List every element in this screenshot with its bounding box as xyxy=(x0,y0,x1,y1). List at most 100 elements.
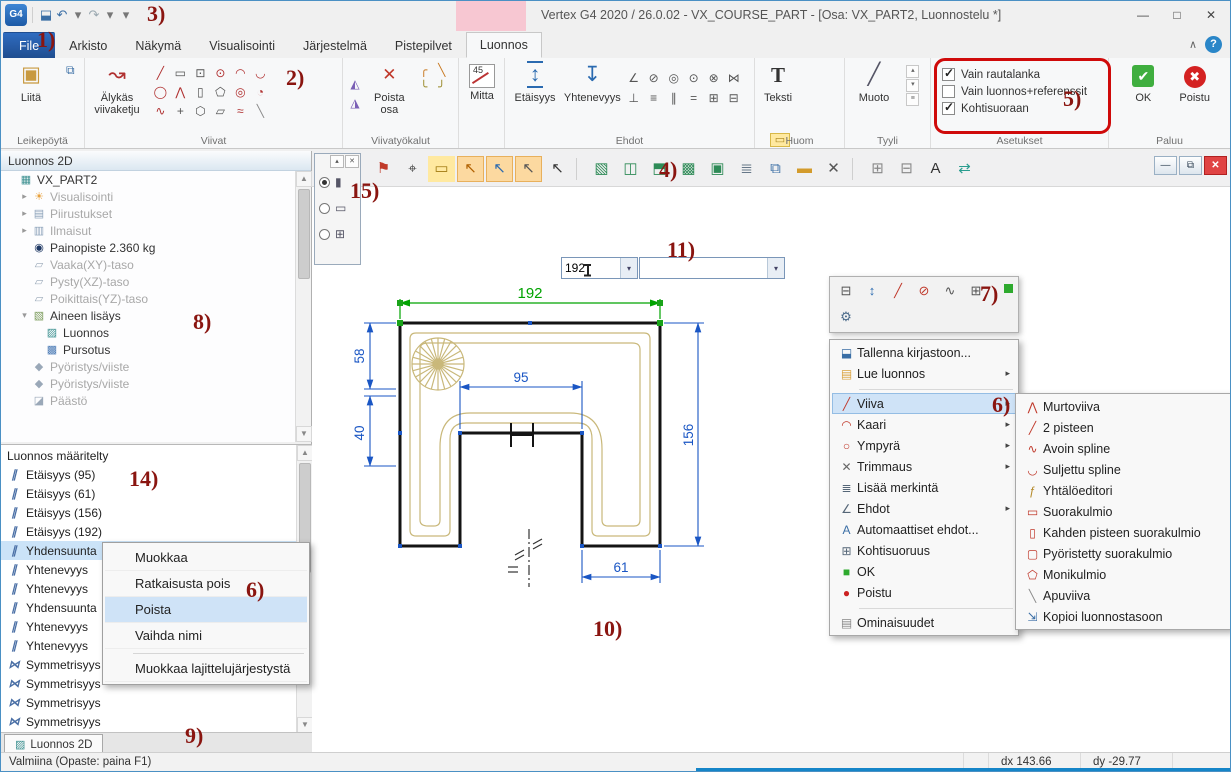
coincident-constraint-button[interactable]: ↧ Yhtenevyys xyxy=(565,61,619,123)
view-fit-icon[interactable]: ▣ xyxy=(704,156,731,182)
doc-restore-button[interactable]: ⧉ xyxy=(1179,156,1202,175)
dimension-input-combo[interactable]: ▾ xyxy=(561,257,638,279)
dimension-40-label[interactable]: 40 xyxy=(352,425,367,440)
gallery-down-icon[interactable]: ▾ xyxy=(906,79,919,92)
zoom-window-icon[interactable]: ⌖ xyxy=(399,156,426,182)
tree-item[interactable]: ▱ Poikittais(YZ)-taso xyxy=(1,290,296,307)
coincident-constraint-icon[interactable]: ⊙ xyxy=(685,69,703,86)
ellipse-icon[interactable]: ◯ xyxy=(151,83,169,100)
tab-luonnos-2d[interactable]: ▨ Luonnos 2D xyxy=(4,734,103,754)
spline-icon[interactable]: ∿ xyxy=(151,102,169,119)
formula-field[interactable] xyxy=(640,258,767,278)
pin-icon[interactable]: ⚑ xyxy=(370,156,397,182)
distance-constraint-button[interactable]: ↕ Etäisyys xyxy=(508,61,562,123)
doc-notes-icon[interactable]: ≣ xyxy=(733,156,760,182)
maximize-button[interactable]: □ xyxy=(1160,1,1194,29)
combo-dropdown-icon[interactable]: ▾ xyxy=(620,258,637,278)
view-shade-icon[interactable]: ▩ xyxy=(675,156,702,182)
ruler-icon[interactable]: ▭ xyxy=(428,156,455,182)
select-cursor-icon[interactable]: ↖ xyxy=(544,156,571,182)
settings-checkbox[interactable]: Vain rautalanka xyxy=(942,68,1102,81)
menu-item[interactable]: ○ Ympyrä ▸ xyxy=(832,435,1016,456)
submenu-item[interactable]: ∿ Avoin spline xyxy=(1018,438,1229,459)
corner-extend-icon[interactable]: ╯ xyxy=(433,78,451,95)
slot-icon[interactable]: ▱ xyxy=(211,102,229,119)
point-icon[interactable]: + xyxy=(171,102,189,119)
doc-close-button[interactable]: ✕ xyxy=(1204,156,1227,175)
copy-button[interactable]: ⧉ xyxy=(61,61,79,78)
scroll-up-icon[interactable]: ▲ xyxy=(297,445,313,461)
settings-gear-icon[interactable]: ⚙ xyxy=(834,306,858,328)
profile-option-dashed[interactable]: ▭ xyxy=(315,195,360,221)
tree-item[interactable]: ▨ Luonnos xyxy=(1,324,296,341)
menu-item[interactable]: ● Poistu xyxy=(832,582,1016,603)
app-logo[interactable]: G4 xyxy=(5,4,27,26)
dimension-tool-icon[interactable]: ↕ xyxy=(860,280,884,302)
menu-item[interactable]: ≣ Lisää merkintä xyxy=(832,477,1016,498)
submenu-item[interactable]: ƒ Yhtälöeditori xyxy=(1018,480,1229,501)
gallery-up-icon[interactable]: ▴ xyxy=(906,65,919,78)
menu-item[interactable]: ■ OK xyxy=(832,561,1016,582)
exit-button[interactable]: ✖ Poistu xyxy=(1170,61,1220,123)
freehand-icon[interactable]: ≈ xyxy=(231,102,249,119)
properties-rect-icon[interactable]: ⊟ xyxy=(834,280,858,302)
ribbon-tab[interactable]: Pistepilvet xyxy=(381,32,466,58)
scroll-down-icon[interactable]: ▼ xyxy=(296,426,312,442)
dimension-156-label[interactable]: 156 xyxy=(681,424,696,447)
context-menu-item[interactable]: Poista xyxy=(105,597,307,623)
parallel-constraint-icon[interactable]: ∥ xyxy=(665,89,683,106)
undo-dropdown-icon[interactable]: ▾ xyxy=(70,5,86,25)
tree-item[interactable]: ▸ ▥ Ilmaisut xyxy=(1,222,296,239)
panel-collapse-icon[interactable]: ▴ xyxy=(330,155,344,168)
context-menu-item[interactable] xyxy=(133,650,304,654)
mirror-horizontal-icon[interactable]: ◮ xyxy=(346,94,364,111)
dimension-value-input[interactable] xyxy=(562,258,620,278)
tree-item[interactable]: ◆ Pyöristys/viiste xyxy=(1,358,296,375)
remove-segment-button[interactable]: ✕ Poista osa xyxy=(367,61,411,123)
perpendicular-constraint-icon[interactable]: ⊥ xyxy=(625,89,643,106)
dimension-192[interactable] xyxy=(400,299,660,319)
minimize-button[interactable]: — xyxy=(1126,1,1160,29)
menu-item[interactable]: ⬓ Tallenna kirjastoon... xyxy=(832,342,1016,363)
menu-item[interactable] xyxy=(859,605,1013,609)
menu-item[interactable]: ╱ Viiva ▸ xyxy=(832,393,1016,414)
expand-icon[interactable]: ▸ xyxy=(18,191,31,202)
text-button[interactable]: T Teksti xyxy=(758,61,798,123)
hexagon-icon[interactable]: ⬡ xyxy=(191,102,209,119)
tree-item[interactable]: ▸ ▤ Piirustukset xyxy=(1,205,296,222)
tree-item[interactable]: ◆ Pyöristys/viiste xyxy=(1,375,296,392)
menu-item[interactable]: ✕ Trimmaus ▸ xyxy=(832,456,1016,477)
rectangle-2pt-icon[interactable]: ▯ xyxy=(191,83,209,100)
submenu-item[interactable]: ▢ Pyöristetty suorakulmio xyxy=(1018,543,1229,564)
submenu-item[interactable]: ⬠ Monikulmio xyxy=(1018,564,1229,585)
snap-cursor-2-icon[interactable]: ↖ xyxy=(486,156,513,182)
gallery-more-icon[interactable]: ≡ xyxy=(906,93,919,106)
measure-button[interactable]: 45 Mitta xyxy=(462,61,502,123)
menu-item[interactable]: ▤ Lue luonnos ▸ xyxy=(832,363,1016,384)
dimension-58-label[interactable]: 58 xyxy=(352,348,367,363)
polyline-icon[interactable]: ⋀ xyxy=(171,83,189,100)
library-drawer-icon[interactable]: ▬ xyxy=(791,156,818,182)
constraint-item[interactable]: ⋈ Symmetrisyys xyxy=(1,712,296,731)
delete-icon[interactable]: ✕ xyxy=(820,156,847,182)
angle-constraint-icon[interactable]: ∠ xyxy=(625,69,643,86)
settings-checkbox[interactable]: Vain luonnos+referenssit xyxy=(942,85,1102,98)
save-icon[interactable]: ⬓ xyxy=(38,5,54,25)
copy-doc-icon[interactable]: ⧉ xyxy=(762,156,789,182)
circle-tool-icon[interactable]: ⊘ xyxy=(912,280,936,302)
context-menu-item[interactable]: Vaihda nimi xyxy=(105,623,307,649)
submenu-item[interactable]: ⋀ Murtoviiva xyxy=(1018,396,1229,417)
dimension-formula-combo[interactable]: ▾ xyxy=(639,257,785,279)
concentric-constraint-icon[interactable]: ◎ xyxy=(665,69,683,86)
context-menu-item[interactable]: Muokkaa lajittelujärjestystä xyxy=(105,656,307,682)
circle-2pt-icon[interactable]: ◎ xyxy=(231,83,249,100)
panel-close-icon[interactable]: ✕ xyxy=(345,155,359,168)
ribbon-tab[interactable]: File xyxy=(3,32,55,58)
submenu-item[interactable]: ╱ 2 pisteen xyxy=(1018,417,1229,438)
dimension-156[interactable] xyxy=(664,323,704,546)
submenu-item[interactable]: ⇲ Kopioi luonnostasoon xyxy=(1018,606,1229,627)
drawing-area[interactable]: ⚑⌖▭↖↖↖↖▧◫⬒▩▣≣⧉▬✕⊞⊟A⇄ — ⧉ ✕ ▴ ✕ ▮ xyxy=(312,151,1231,754)
grid-snap-icon[interactable]: ⊟ xyxy=(893,156,920,182)
redo-dropdown-icon[interactable]: ▾ xyxy=(102,5,118,25)
doc-minimize-button[interactable]: — xyxy=(1154,156,1177,175)
